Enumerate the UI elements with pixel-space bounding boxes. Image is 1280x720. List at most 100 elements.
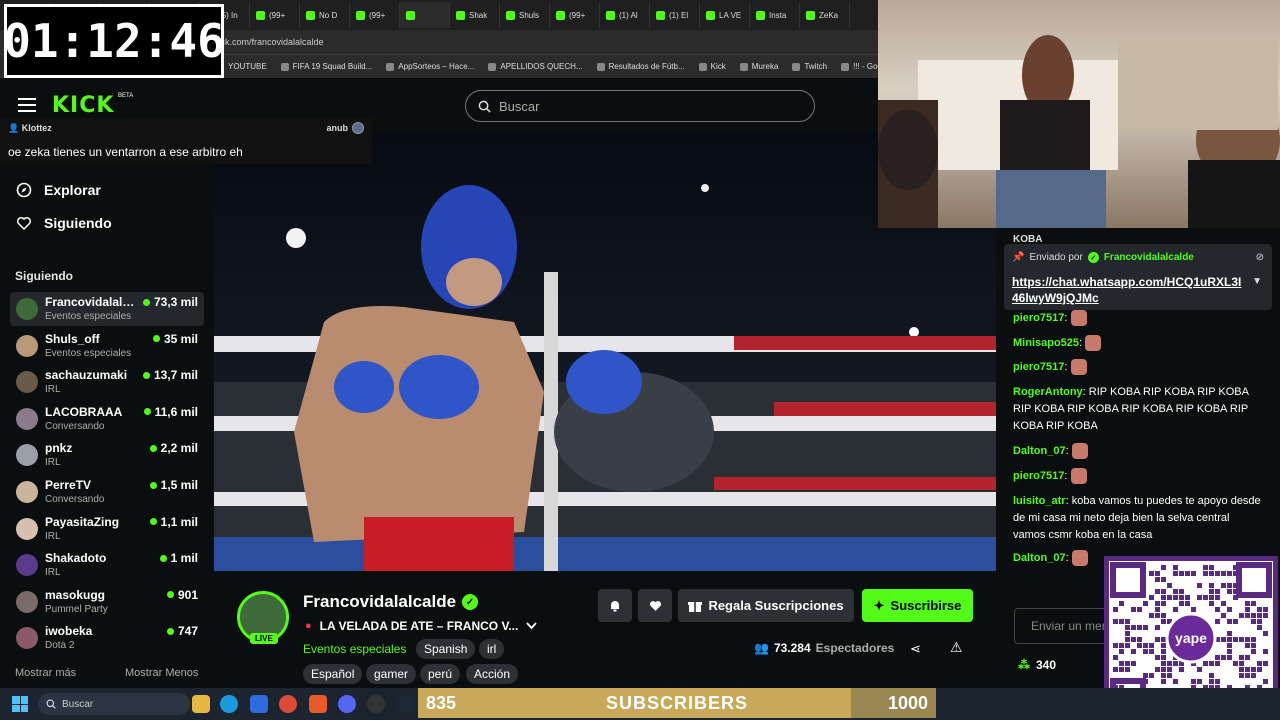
browser-tab[interactable]: (1) Al xyxy=(600,2,650,28)
browser-tab[interactable]: Shuls xyxy=(500,2,550,28)
browser-tab[interactable]: (99+ xyxy=(250,2,300,28)
followed-channel[interactable]: masokugg Pummel Party 901 xyxy=(10,585,204,619)
tag-spanish[interactable]: Spanish xyxy=(416,639,476,659)
followed-channel[interactable]: PayasitaZing IRL 1,1 mil xyxy=(10,512,204,546)
webcam-image xyxy=(878,35,1280,228)
avatar xyxy=(16,334,38,357)
gift-subs-button[interactable]: Regala Suscripciones xyxy=(678,589,854,622)
viewer-count: 👥 73.284 Espectadores xyxy=(754,641,894,655)
streamer-name[interactable]: Francovidalalcalde xyxy=(303,592,456,612)
share-icon[interactable]: ⋖ xyxy=(910,641,921,657)
viewer-count-label: 1,1 mil xyxy=(160,514,198,529)
tag-espanol[interactable]: Español xyxy=(303,664,363,684)
tab-favicon-icon xyxy=(356,10,365,20)
tag-irl[interactable]: irl xyxy=(479,639,505,659)
pin-icon: 📌 xyxy=(1012,252,1025,263)
windows-start-icon[interactable] xyxy=(12,696,28,712)
followed-channel[interactable]: PerreTV Conversando 1,5 mil xyxy=(10,475,204,509)
chat-message: piero7517: xyxy=(1013,468,1263,485)
bookmark-item[interactable]: Twitch xyxy=(792,62,827,71)
bookmark-label: FIFA 19 Squad Build... xyxy=(292,62,373,71)
chevron-down-icon[interactable]: ▼ xyxy=(1252,276,1262,287)
tag-accion[interactable]: Acción xyxy=(466,664,519,684)
viewer-count-label: 13,7 mil xyxy=(153,368,198,383)
bookmark-item[interactable]: Mureka xyxy=(739,62,778,71)
tag-gamer[interactable]: gamer xyxy=(366,664,417,684)
tab-favicon-icon xyxy=(256,10,265,20)
chat-username[interactable]: Dalton_07 xyxy=(1013,445,1066,457)
chat-input[interactable]: Enviar un mensaje xyxy=(1014,608,1114,644)
browser-tab[interactable]: Insta xyxy=(750,2,800,28)
stream-category[interactable]: Eventos especiales xyxy=(303,642,406,656)
followed-channel[interactable]: LACOBRAAA Conversando 11,6 mil xyxy=(10,402,204,436)
pinned-user[interactable]: Francovidalalcalde xyxy=(1104,252,1194,263)
bookmark-item[interactable]: FIFA 19 Squad Build... xyxy=(280,62,373,71)
report-icon[interactable]: ⚠ xyxy=(950,639,963,656)
taskbar-search[interactable]: Buscar xyxy=(38,693,190,715)
chat-username[interactable]: Minisapo525 xyxy=(1013,337,1079,349)
followed-channel[interactable]: sachauzumaki IRL 13,7 mil xyxy=(10,365,204,399)
notification-button[interactable] xyxy=(598,589,632,622)
edge-icon[interactable] xyxy=(220,695,238,713)
stream-title-row[interactable]: ● LA VELADA DE ATE – FRANCO V... xyxy=(305,619,538,633)
steam-icon[interactable] xyxy=(396,695,414,713)
browser-tab[interactable]: No D xyxy=(300,2,350,28)
follow-button[interactable] xyxy=(638,589,672,622)
obs-icon[interactable] xyxy=(367,695,385,713)
followed-channel[interactable]: Shakadoto IRL 1 mil xyxy=(10,548,204,582)
kick-logo[interactable]: KICK xyxy=(52,93,114,118)
sidebar-item-following[interactable]: Siguiendo xyxy=(16,215,112,231)
bookmark-item[interactable]: Kick xyxy=(698,62,726,71)
menu-icon[interactable] xyxy=(18,98,36,112)
browser-tab[interactable]: (99+ xyxy=(550,2,600,28)
chrome-icon[interactable] xyxy=(279,695,297,713)
hide-icon[interactable]: ⊘ xyxy=(1256,252,1264,263)
search-box[interactable] xyxy=(465,90,815,122)
discord-icon[interactable] xyxy=(338,695,356,713)
file-explorer-icon[interactable] xyxy=(192,695,210,713)
browser-tab[interactable]: ZeKa xyxy=(800,2,850,28)
emote-icon xyxy=(1070,359,1087,376)
followed-channel[interactable]: Francovidalalcalde Eventos especiales 73,3… xyxy=(10,292,204,326)
bookmark-item[interactable]: Resultados de Fútb... xyxy=(596,62,685,71)
bookmark-label: Kick xyxy=(710,62,726,71)
live-dot-icon xyxy=(143,408,151,416)
show-more-button[interactable]: Mostrar más xyxy=(15,667,76,679)
app-icon[interactable] xyxy=(309,695,327,713)
browser-tab[interactable]: Shak xyxy=(450,2,500,28)
bookmark-item[interactable]: !!! - Google Drive xyxy=(841,62,878,71)
chat-username[interactable]: RogerAntony xyxy=(1013,386,1083,398)
viewer-count-label: 747 xyxy=(177,624,198,639)
tag-peru[interactable]: perú xyxy=(420,664,461,684)
subscribe-button[interactable]: ✦ Suscribirse xyxy=(862,589,973,622)
bookmark-icon xyxy=(841,62,850,71)
show-less-button[interactable]: Mostrar Menos xyxy=(125,667,198,679)
chat-username[interactable]: luisito_atr xyxy=(1013,495,1066,507)
followed-channel[interactable]: Shuls_off Eventos especiales 35 mil xyxy=(10,329,204,363)
browser-tab[interactable]: (99+ xyxy=(350,2,400,28)
bookmark-item[interactable]: APELLIDOS QUECH... xyxy=(488,62,583,71)
tab-favicon-icon xyxy=(506,10,515,20)
browser-tab[interactable] xyxy=(400,2,450,28)
followed-channel[interactable]: iwobeka Dota 2 747 xyxy=(10,621,204,655)
tab-label: Shak xyxy=(469,10,488,20)
browser-tab[interactable]: LA VE xyxy=(700,2,750,28)
viewer-count-label: 1 mil xyxy=(170,551,198,566)
channel-category: Pummel Party xyxy=(45,603,108,615)
chat-username[interactable]: piero7517 xyxy=(1013,470,1064,482)
store-icon[interactable] xyxy=(250,695,268,713)
browser-tab[interactable]: (1) El xyxy=(650,2,700,28)
chat-username[interactable]: Dalton_07 xyxy=(1013,552,1066,564)
pinned-link[interactable]: https://chat.whatsapp.com/HCQ1uRXL3I46lw… xyxy=(1012,274,1248,306)
sidebar-item-explore[interactable]: Explorar xyxy=(16,182,101,198)
chat-username[interactable]: piero7517 xyxy=(1013,361,1064,373)
bookmark-icon xyxy=(698,62,707,71)
search-input[interactable] xyxy=(499,98,779,114)
bookmark-item[interactable]: AppSorteos – Hace... xyxy=(386,62,474,71)
heart-icon xyxy=(16,216,32,231)
followed-channel[interactable]: pnkz IRL 2,2 mil xyxy=(10,438,204,472)
channel-viewers: 1 mil xyxy=(159,551,198,566)
channel-points[interactable]: ⁂ 340 xyxy=(1018,658,1056,672)
popup-message: oe zeka tienes un ventarron a ese arbitr… xyxy=(8,145,243,159)
chat-username[interactable]: piero7517 xyxy=(1013,312,1064,324)
